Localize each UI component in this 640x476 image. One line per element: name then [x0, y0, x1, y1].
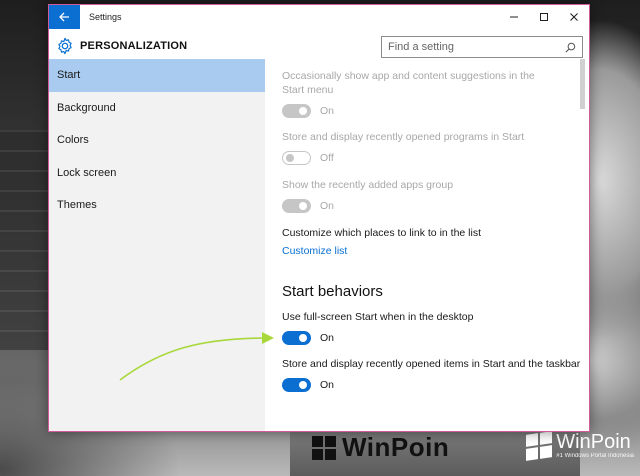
back-arrow-icon — [59, 12, 69, 22]
close-button[interactable] — [559, 5, 589, 29]
sidebar-item-label: Start — [57, 69, 81, 82]
sidebar-item-lock-screen[interactable]: Lock screen — [49, 157, 265, 190]
toggle-state-label: Off — [320, 152, 334, 164]
windows-logo-icon — [312, 435, 336, 460]
box-watermark-text: WinPoin — [342, 432, 450, 462]
scrollbar[interactable] — [580, 59, 585, 109]
setting-label: Use full-screen Start when in the deskto… — [282, 311, 474, 323]
full-screen-start-toggle[interactable] — [282, 331, 311, 345]
search-icon[interactable] — [565, 42, 576, 53]
corner-watermark-tagline: #1 Windows Portal Indonesia — [556, 453, 634, 459]
setting-full-screen-start: Use full-screen Start when in the deskto… — [282, 310, 589, 345]
customize-list-link[interactable]: Customize list — [282, 245, 589, 257]
search-box[interactable] — [381, 36, 583, 58]
search-input[interactable] — [388, 41, 565, 53]
keyboard-background — [0, 130, 48, 350]
sidebar-item-label: Themes — [57, 199, 97, 212]
settings-content: Occasionally show app and content sugges… — [265, 59, 589, 431]
title-bar: Settings — [49, 5, 589, 29]
setting-customize-places: Customize which places to link to in the… — [282, 226, 589, 257]
setting-app-suggestions: Occasionally show app and content sugges… — [282, 69, 547, 118]
toggle-state-label: On — [320, 200, 335, 212]
setting-recent-items: Store and display recently opened items … — [282, 357, 589, 392]
sidebar-item-label: Lock screen — [57, 166, 117, 179]
setting-label: Store and display recently opened items … — [282, 358, 581, 370]
window-title: Settings — [89, 12, 122, 22]
setting-label: Occasionally show app and content sugges… — [282, 70, 535, 96]
section-heading: Start behaviors — [282, 283, 383, 300]
maximize-button[interactable] — [529, 5, 559, 29]
recently-added-apps-toggle[interactable] — [282, 199, 311, 213]
gear-icon — [58, 37, 72, 55]
corner-watermark: WinPoin #1 Windows Portal Indonesia — [526, 431, 634, 461]
toggle-state-label: On — [320, 379, 335, 391]
recent-items-toggle[interactable] — [282, 378, 311, 392]
sidebar: Start Background Colors Lock screen Them… — [49, 59, 265, 431]
setting-label: Customize which places to link to in the… — [282, 227, 482, 239]
page-title: PERSONALIZATION — [80, 40, 188, 52]
settings-window: Settings PERSONALIZATION Start — [48, 4, 590, 432]
back-button[interactable] — [49, 5, 80, 29]
recent-programs-toggle[interactable] — [282, 151, 311, 165]
toggle-state-label: On — [320, 332, 335, 344]
box-watermark: WinPoin — [312, 432, 449, 463]
winpoin-logo-icon — [526, 431, 553, 461]
sidebar-item-background[interactable]: Background — [49, 92, 265, 125]
minimize-button[interactable] — [499, 5, 529, 29]
sidebar-item-label: Background — [57, 101, 116, 114]
minimize-icon — [510, 16, 518, 18]
close-icon — [570, 13, 578, 21]
sidebar-item-colors[interactable]: Colors — [49, 124, 265, 157]
setting-recent-programs: Store and display recently opened progra… — [282, 130, 589, 165]
sidebar-item-label: Colors — [57, 134, 89, 147]
maximize-icon — [540, 13, 548, 21]
setting-label: Store and display recently opened progra… — [282, 131, 525, 143]
sidebar-item-themes[interactable]: Themes — [49, 189, 265, 222]
app-suggestions-toggle[interactable] — [282, 104, 311, 118]
setting-label: Show the recently added apps group — [282, 179, 454, 191]
sidebar-item-start[interactable]: Start — [49, 59, 265, 92]
toggle-state-label: On — [320, 105, 335, 117]
setting-recently-added-apps: Show the recently added apps group On — [282, 178, 589, 213]
corner-watermark-text: WinPoin — [556, 431, 631, 453]
